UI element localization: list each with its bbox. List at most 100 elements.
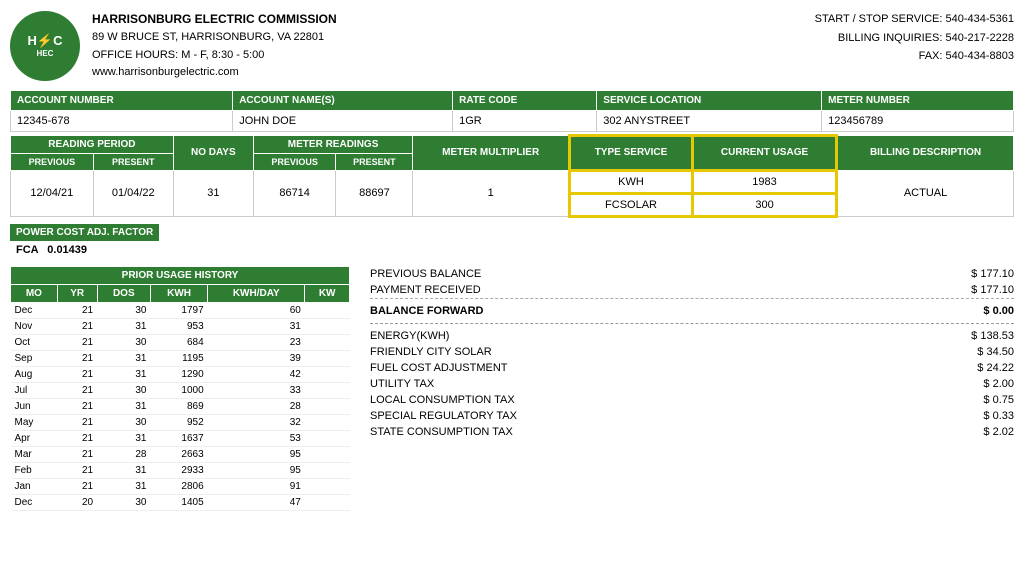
- solar-label: FRIENDLY CITY SOLAR: [370, 346, 934, 358]
- solar-amount: $ 34.50: [934, 346, 1014, 358]
- meter-previous-header: PREVIOUS: [253, 153, 336, 170]
- usage-cell-3-4: 39: [208, 350, 305, 366]
- usage-cell-4-0: Aug: [11, 366, 58, 382]
- company-address: 89 W BRUCE ST, HARRISONBURG, VA 22801: [92, 29, 337, 47]
- usage-cell-0-2: 30: [97, 302, 150, 318]
- previous-period-header: PREVIOUS: [11, 153, 94, 170]
- usage-cell-4-3: 1290: [150, 366, 207, 382]
- state-label: STATE CONSUMPTION TAX: [370, 426, 934, 438]
- utility-label: UTILITY TAX: [370, 378, 934, 390]
- col-header-yr: YR: [57, 284, 97, 302]
- fuel-row: FUEL COST ADJUSTMENT $ 24.22: [370, 360, 1014, 376]
- state-amount: $ 2.02: [934, 426, 1014, 438]
- usage-cell-1-0: Nov: [11, 318, 58, 334]
- usage-row: Jul2130100033: [11, 382, 350, 398]
- usage-cell-11-4: 91: [208, 478, 305, 494]
- usage-cell-6-0: Jun: [11, 398, 58, 414]
- billing-description-header: BILLING DESCRIPTION: [837, 135, 1014, 170]
- usage-cell-9-2: 28: [97, 446, 150, 462]
- utility-row: UTILITY TAX $ 2.00: [370, 376, 1014, 392]
- usage-cell-4-5: [305, 366, 350, 382]
- usage-cell-6-1: 21: [57, 398, 97, 414]
- fca-label: FCA: [16, 244, 38, 256]
- usage-cell-11-5: [305, 478, 350, 494]
- usage-cell-2-1: 21: [57, 334, 97, 350]
- fuel-amount: $ 24.22: [934, 362, 1014, 374]
- usage-cell-7-1: 21: [57, 414, 97, 430]
- type-service-2: FCSOLAR: [570, 193, 693, 216]
- usage-cell-1-1: 21: [57, 318, 97, 334]
- usage-cell-8-5: [305, 430, 350, 446]
- usage-cell-3-0: Sep: [11, 350, 58, 366]
- usage-cell-5-3: 1000: [150, 382, 207, 398]
- prior-usage-section: PRIOR USAGE HISTORY MOYRDOSKWHKWH/DAYKW …: [10, 266, 350, 511]
- reading-meter-present: 88697: [336, 170, 413, 216]
- col-header-dos: DOS: [97, 284, 150, 302]
- col-header-kwh: KWH: [150, 284, 207, 302]
- usage-cell-4-4: 42: [208, 366, 305, 382]
- company-website: www.harrisonburgelectric.com: [92, 64, 337, 82]
- usage-cell-0-0: Dec: [11, 302, 58, 318]
- prior-usage-header: PRIOR USAGE HISTORY: [11, 266, 350, 284]
- usage-cell-3-3: 1195: [150, 350, 207, 366]
- reading-previous: 12/04/21: [11, 170, 94, 216]
- payment-received-label: PAYMENT RECEIVED: [370, 284, 934, 296]
- usage-row: Feb2131293395: [11, 462, 350, 478]
- payment-received-amount: $ 177.10: [934, 284, 1014, 296]
- usage-cell-6-3: 869: [150, 398, 207, 414]
- usage-row: Dec2130179760: [11, 302, 350, 318]
- usage-cell-6-2: 31: [97, 398, 150, 414]
- usage-row: Sep2131119539: [11, 350, 350, 366]
- energy-row: ENERGY(KWH) $ 138.53: [370, 328, 1014, 344]
- rate-code-header: RATE CODE: [453, 90, 597, 110]
- type-service-header: TYPE SERVICE: [570, 135, 693, 170]
- usage-cell-3-1: 21: [57, 350, 97, 366]
- balance-forward-row: BALANCE FORWARD $ 0.00: [370, 303, 1014, 319]
- local-row: LOCAL CONSUMPTION TAX $ 0.75: [370, 392, 1014, 408]
- balance-forward-label: BALANCE FORWARD: [370, 305, 934, 317]
- service-location: 302 ANYSTREET: [597, 110, 822, 131]
- usage-cell-10-0: Feb: [11, 462, 58, 478]
- usage-cell-12-3: 1405: [150, 494, 207, 510]
- current-usage-header: CURRENT USAGE: [693, 135, 837, 170]
- local-amount: $ 0.75: [934, 394, 1014, 406]
- reading-multiplier: 1: [413, 170, 570, 216]
- usage-cell-1-5: [305, 318, 350, 334]
- type-service-1: KWH: [570, 170, 693, 193]
- payment-received-row: PAYMENT RECEIVED $ 177.10: [370, 282, 1014, 299]
- usage-cell-11-3: 2806: [150, 478, 207, 494]
- solar-row: FRIENDLY CITY SOLAR $ 34.50: [370, 344, 1014, 360]
- account-number-header: ACCOUNT NUMBER: [11, 90, 233, 110]
- company-logo: H⚡C HEC: [10, 11, 80, 81]
- fuel-label: FUEL COST ADJUSTMENT: [370, 362, 934, 374]
- usage-cell-7-3: 952: [150, 414, 207, 430]
- usage-cell-6-4: 28: [208, 398, 305, 414]
- usage-cell-7-2: 30: [97, 414, 150, 430]
- contact-fax: FAX: 540-434-8803: [815, 47, 1014, 66]
- usage-cell-5-2: 30: [97, 382, 150, 398]
- company-hours: OFFICE HOURS: M - F, 8:30 - 5:00: [92, 47, 337, 65]
- contact-info: START / STOP SERVICE: 540-434-5361 BILLI…: [815, 10, 1014, 66]
- balance-forward-amount: $ 0.00: [934, 305, 1014, 317]
- fca-value: FCA 0.01439: [10, 244, 1014, 256]
- usage-cell-5-4: 33: [208, 382, 305, 398]
- current-usage-2: 300: [693, 193, 837, 216]
- usage-cell-4-1: 21: [57, 366, 97, 382]
- usage-cell-11-0: Jan: [11, 478, 58, 494]
- col-header-kwh/day: KWH/DAY: [208, 284, 305, 302]
- page-header: H⚡C HEC HARRISONBURG ELECTRIC COMMISSION…: [10, 10, 1014, 82]
- usage-cell-6-5: [305, 398, 350, 414]
- usage-cell-2-4: 23: [208, 334, 305, 350]
- fca-amount: 0.01439: [47, 244, 87, 256]
- usage-cell-7-5: [305, 414, 350, 430]
- meter-number: 123456789: [822, 110, 1014, 131]
- usage-cell-12-4: 47: [208, 494, 305, 510]
- usage-cell-12-0: Dec: [11, 494, 58, 510]
- usage-cell-1-2: 31: [97, 318, 150, 334]
- reading-present: 01/04/22: [93, 170, 173, 216]
- usage-cell-10-4: 95: [208, 462, 305, 478]
- usage-row: Jun213186928: [11, 398, 350, 414]
- usage-cell-9-0: Mar: [11, 446, 58, 462]
- col-header-kw: KW: [305, 284, 350, 302]
- usage-cell-1-3: 953: [150, 318, 207, 334]
